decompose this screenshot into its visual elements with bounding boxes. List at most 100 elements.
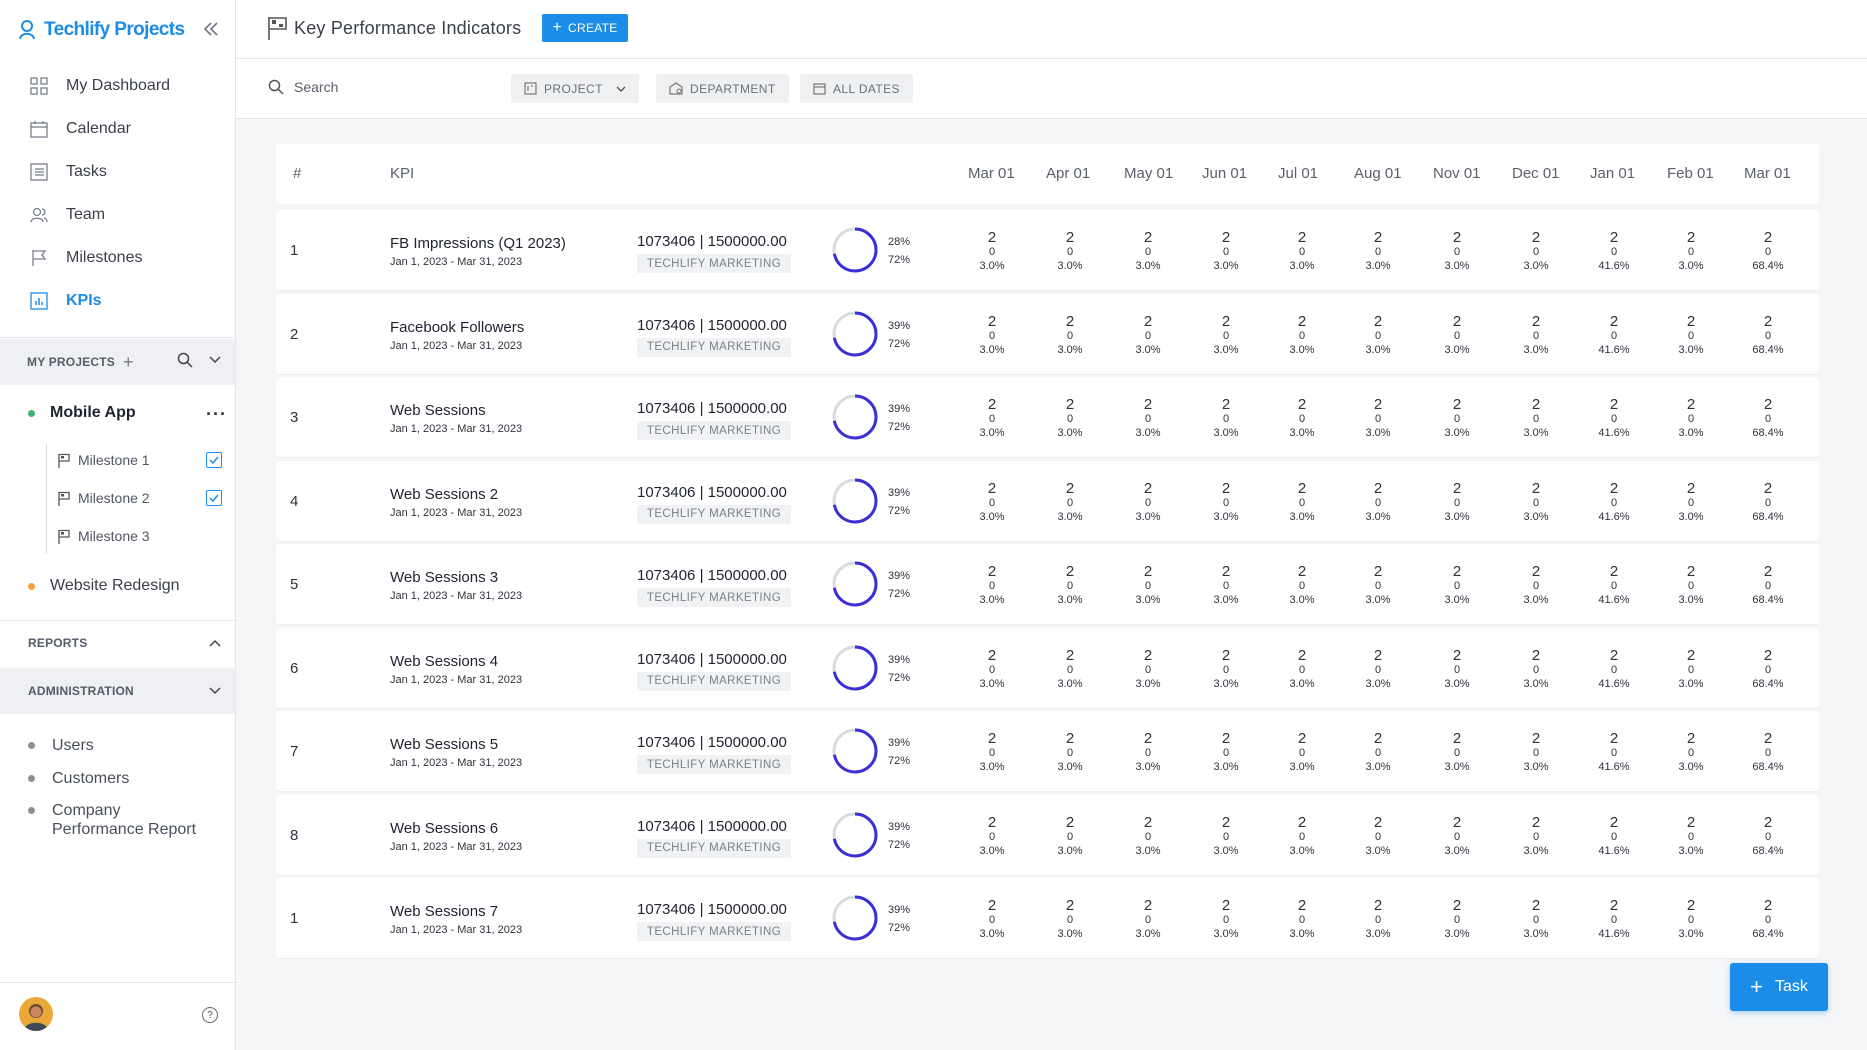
month-cell: 2 0 3.0%	[1272, 898, 1332, 941]
month-sub-value: 0	[1144, 747, 1152, 759]
month-value: 2	[1452, 730, 1462, 747]
kpi-name[interactable]: Web Sessions 7	[390, 903, 498, 920]
help-icon[interactable]: ?	[202, 1007, 218, 1023]
month-cell: 2 0 3.0%	[1506, 397, 1566, 440]
month-value: 2	[1686, 897, 1696, 914]
month-value: 2	[1609, 312, 1619, 330]
month-value: 2	[1609, 479, 1619, 497]
kpi-name[interactable]: Web Sessions 4	[390, 653, 498, 670]
month-value: 2	[1373, 396, 1383, 413]
month-cell: 2 0 3.0%	[1196, 731, 1256, 774]
admin-customers[interactable]: Customers	[28, 769, 129, 788]
flag-icon	[58, 529, 70, 544]
plus-icon: +	[1750, 974, 1763, 999]
collapse-sidebar-icon[interactable]	[200, 18, 222, 40]
search-input[interactable]: Search	[268, 79, 338, 95]
kpi-name[interactable]: Web Sessions 6	[390, 820, 498, 837]
avatar[interactable]	[19, 997, 53, 1031]
month-percent: 3.0%	[979, 343, 1005, 356]
month-percent: 3.0%	[1365, 510, 1391, 523]
month-cell: 2 0 68.4%	[1738, 898, 1798, 941]
milestone-item[interactable]: Milestone 2	[57, 487, 150, 509]
month-cell: 2 0 3.0%	[1272, 815, 1332, 858]
month-value: 2	[987, 229, 997, 246]
month-sub-value: 0	[1144, 413, 1152, 425]
month-value: 2	[1143, 312, 1153, 330]
table-row[interactable]: 4 Web Sessions 2 Jan 1, 2023 - Mar 31, 202…	[276, 460, 1819, 541]
month-cell: 2 0 41.6%	[1584, 731, 1644, 774]
progress-percent-primary: 39%	[888, 653, 911, 666]
kpi-name[interactable]: Web Sessions 5	[390, 736, 498, 753]
nav-team[interactable]: Team	[0, 193, 235, 236]
department-filter-label: DEPARTMENT	[690, 81, 776, 96]
chevron-down-icon[interactable]	[209, 356, 221, 364]
kpi-name[interactable]: Web Sessions 2	[390, 486, 498, 503]
reports-header[interactable]: REPORTS	[0, 620, 235, 666]
milestone-checkbox[interactable]	[206, 452, 222, 468]
table-row[interactable]: 1 Web Sessions 7 Jan 1, 2023 - Mar 31, 202…	[276, 878, 1819, 958]
month-cell: 2 0 3.0%	[1272, 731, 1332, 774]
table-row[interactable]: 5 Web Sessions 3 Jan 1, 2023 - Mar 31, 202…	[276, 544, 1819, 624]
month-value: 2	[1297, 396, 1307, 413]
month-header: Jun 01	[1202, 165, 1248, 182]
project-filter-label: PROJECT	[544, 81, 603, 96]
nav-milestones[interactable]: Milestones	[0, 236, 235, 279]
project-mobile-app[interactable]: Mobile App	[28, 401, 136, 425]
month-header: Aug 01	[1354, 165, 1402, 182]
month-cell: 2 0 3.0%	[1272, 397, 1332, 440]
table-row[interactable]: 2 Facebook Followers Jan 1, 2023 - Mar 31,…	[276, 293, 1819, 374]
month-sub-value: 0	[1222, 747, 1230, 759]
brand-logo[interactable]: Techlify Projects	[18, 16, 185, 44]
table-row[interactable]: 7 Web Sessions 5 Jan 1, 2023 - Mar 31, 202…	[276, 711, 1819, 791]
month-cell: 2 0 3.0%	[1196, 314, 1256, 357]
nav-kpis[interactable]: KPIs	[0, 279, 235, 322]
month-value: 2	[1065, 229, 1075, 246]
milestone-item[interactable]: Milestone 1	[57, 449, 150, 471]
milestone-checkbox[interactable]	[206, 490, 222, 506]
admin-company-performance-report[interactable]: Company Performance Report	[28, 801, 218, 839]
project-filter[interactable]: PROJECT	[511, 74, 639, 103]
table-row[interactable]: 1 FB Impressions (Q1 2023) Jan 1, 2023 - M…	[276, 210, 1819, 290]
add-task-button[interactable]: + Task	[1730, 963, 1828, 1011]
month-sub-value: 0	[1687, 413, 1695, 425]
add-project-icon[interactable]: +	[123, 352, 134, 373]
table-row[interactable]: 3 Web Sessions Jan 1, 2023 - Mar 31, 2023 1…	[276, 377, 1819, 457]
month-percent: 68.4%	[1752, 594, 1784, 606]
project-website-redesign[interactable]: Website Redesign	[28, 574, 180, 598]
administration-header[interactable]: ADMINISTRATION	[0, 668, 235, 714]
milestone-item[interactable]: Milestone 3	[57, 525, 150, 547]
month-value: 2	[1221, 563, 1231, 580]
month-cell: 2 0 3.0%	[1118, 314, 1178, 357]
row-number: 4	[290, 492, 299, 510]
kpi-name[interactable]: FB Impressions (Q1 2023)	[390, 235, 566, 252]
nav-tasks[interactable]: Tasks	[0, 150, 235, 193]
dates-filter[interactable]: ALL DATES	[800, 74, 913, 103]
search-icon[interactable]	[177, 352, 193, 368]
month-percent: 3.0%	[1057, 427, 1083, 439]
admin-users[interactable]: Users	[28, 736, 94, 755]
create-button[interactable]: + CREATE	[542, 14, 628, 42]
kpi-name[interactable]: Web Sessions 3	[390, 569, 498, 586]
kpi-date-range: Jan 1, 2023 - Mar 31, 2023	[390, 506, 523, 519]
kpi-name[interactable]: Facebook Followers	[390, 319, 524, 336]
nav-my-dashboard[interactable]: My Dashboard	[0, 64, 235, 107]
reports-label: REPORTS	[28, 636, 88, 650]
month-sub-value: 0	[1066, 329, 1074, 342]
month-cell: 2 0 3.0%	[1427, 648, 1487, 691]
nav-calendar[interactable]: Calendar	[0, 107, 235, 150]
month-percent: 3.0%	[1213, 343, 1239, 356]
department-filter[interactable]: DEPARTMENT	[656, 74, 789, 103]
page-header: Key Performance Indicators + CREATE	[236, 0, 1867, 59]
month-cell: 2 0 3.0%	[962, 397, 1022, 440]
more-options-icon[interactable]: ···	[206, 404, 227, 425]
kpi-name[interactable]: Web Sessions	[390, 402, 486, 419]
month-value: 2	[1686, 396, 1696, 413]
table-row[interactable]: 8 Web Sessions 6 Jan 1, 2023 - Mar 31, 202…	[276, 794, 1819, 875]
table-row[interactable]: 6 Web Sessions 4 Jan 1, 2023 - Mar 31, 202…	[276, 627, 1819, 708]
divider	[0, 337, 235, 338]
month-sub-value: 0	[1298, 830, 1306, 843]
month-sub-value: 0	[1532, 747, 1540, 759]
month-value: 2	[1373, 646, 1383, 664]
month-cell: 2 0 3.0%	[1040, 397, 1100, 440]
month-cell: 2 0 68.4%	[1738, 314, 1798, 357]
